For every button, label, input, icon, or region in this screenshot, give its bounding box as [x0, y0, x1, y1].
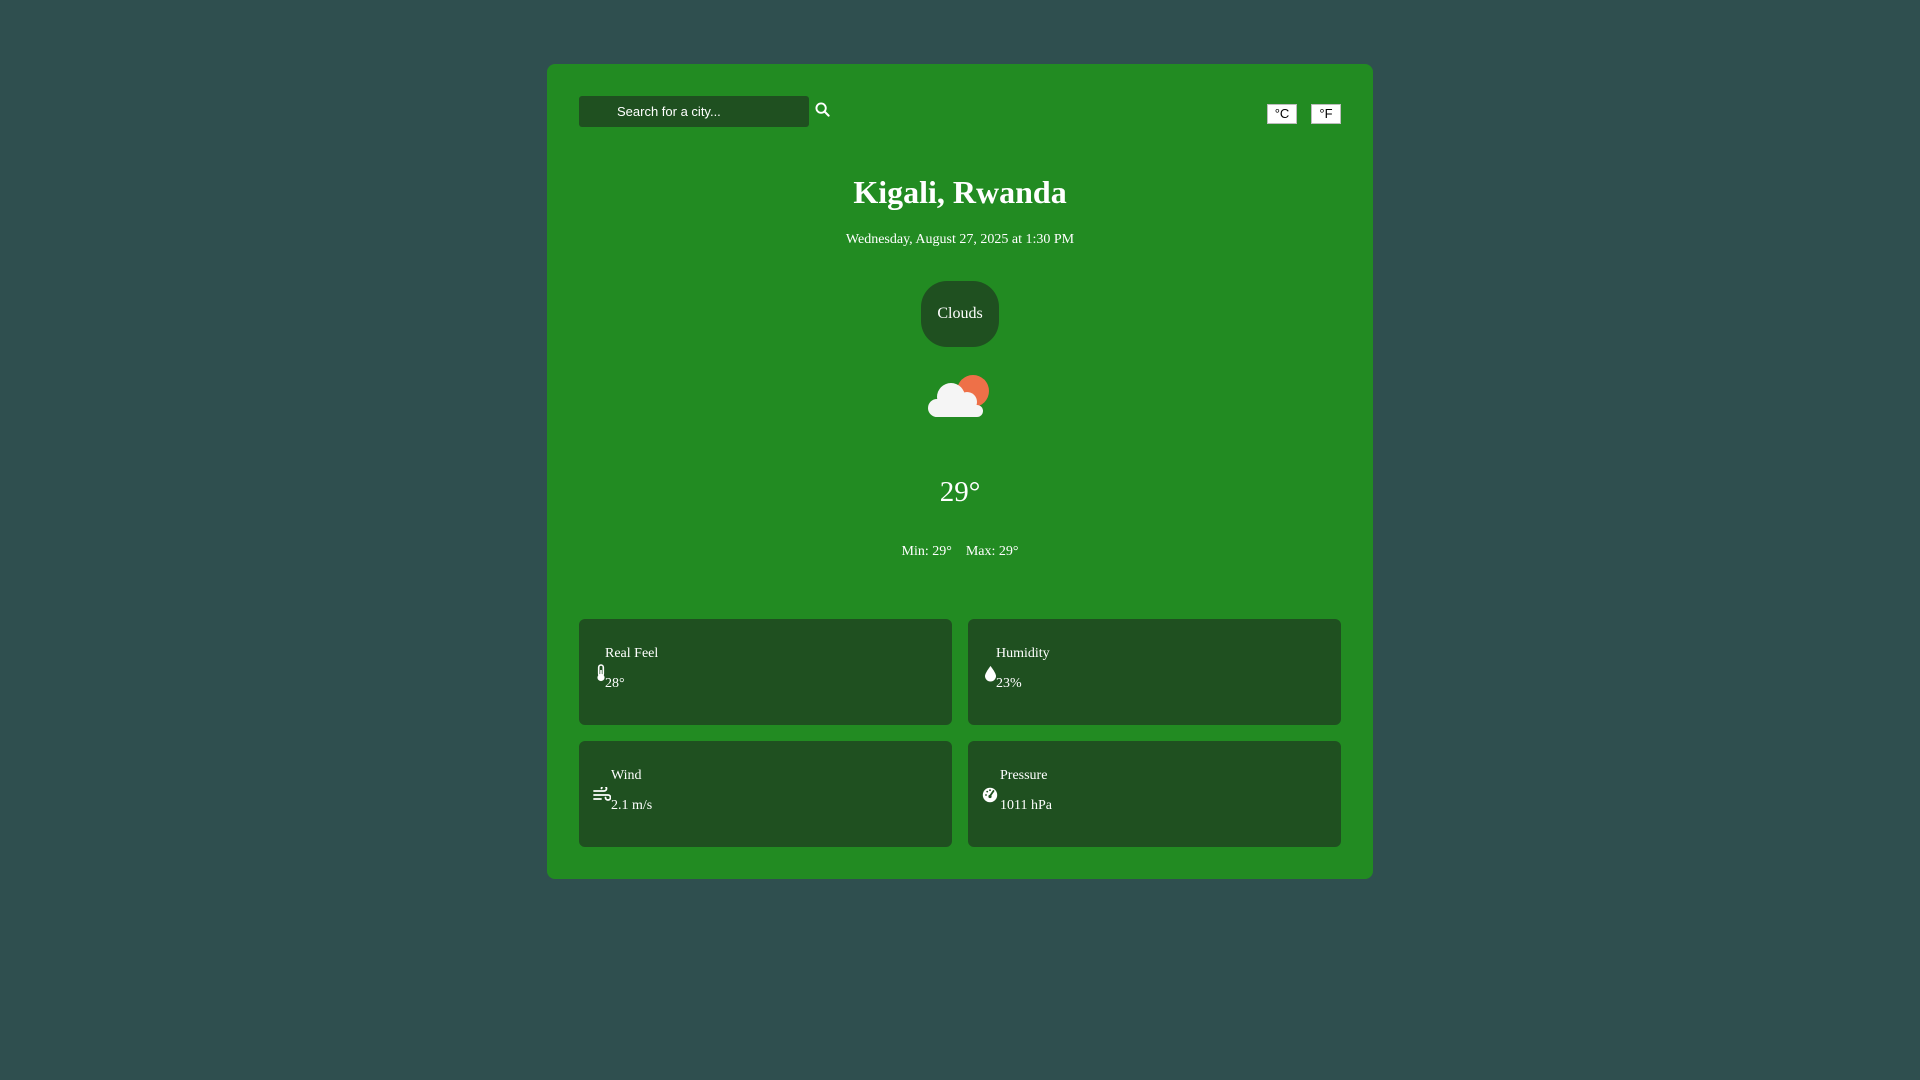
detail-tile-humidity: Humidity 23% [968, 619, 1341, 725]
unit-toggle: °C °F [1267, 104, 1341, 124]
detail-tile-wind: Wind 2.1 m/s [579, 741, 952, 847]
search-input[interactable] [579, 96, 809, 127]
date-time: Wednesday, August 27, 2025 at 1:30 PM [845, 232, 1075, 247]
min-temperature: Min: 29° [901, 544, 952, 559]
detail-label: Wind [611, 768, 642, 783]
celsius-button[interactable]: °C [1267, 104, 1297, 124]
gauge-icon [982, 786, 998, 804]
weather-card: °C °F Kigali, Rwanda Wednesday, August 2… [547, 64, 1373, 879]
condition-label: Clouds [937, 305, 983, 322]
city-name: Kigali, Rwanda [853, 174, 1067, 210]
search-bar [579, 96, 832, 127]
detail-tile-real-feel: Real Feel 28° [579, 619, 952, 725]
wind-icon [593, 786, 611, 804]
min-max-temperature: Min: 29° Max: 29° [547, 544, 1373, 560]
partly-cloudy-icon [924, 371, 996, 423]
detail-label: Pressure [1000, 768, 1048, 783]
search-icon[interactable] [812, 100, 832, 120]
detail-label: Real Feel [605, 646, 659, 661]
detail-tiles: Real Feel 28° Humidity 23% Wind 2.1 m/s … [579, 619, 1341, 847]
current-temperature: 29° [939, 476, 981, 508]
detail-value: 23% [996, 676, 1022, 691]
max-temperature: Max: 29° [965, 544, 1019, 559]
detail-label: Humidity [996, 646, 1050, 661]
detail-tile-pressure: Pressure 1011 hPa [968, 741, 1341, 847]
detail-value: 28° [605, 676, 625, 691]
condition-badge: Clouds [921, 281, 999, 347]
fahrenheit-button[interactable]: °F [1311, 104, 1341, 124]
detail-value: 1011 hPa [1000, 798, 1052, 813]
detail-value: 2.1 m/s [611, 798, 653, 813]
